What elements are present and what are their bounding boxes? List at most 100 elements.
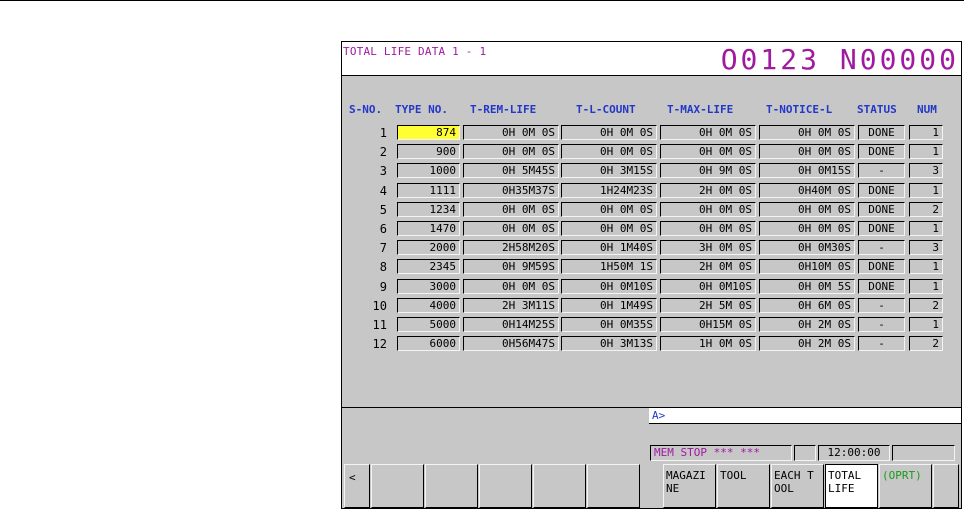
cell-sno: 5 [379,203,387,217]
cell-max-life[interactable]: 0H15M 0S [660,317,756,332]
cell-max-life[interactable]: 0H 0M10S [660,279,756,294]
cell-life-count[interactable]: 1H50M 1S [561,259,657,274]
cell-status[interactable]: DONE [858,183,905,198]
program-number: O0123 N00000 [720,43,959,76]
cell-life-count[interactable]: 0H 3M13S [561,336,657,351]
cell-rem-life[interactable]: 0H 0M 0S [463,221,559,236]
softkey-right-end[interactable] [933,464,959,508]
cell-status[interactable]: - [858,298,905,313]
cell-type[interactable]: 1470 [397,221,460,236]
cell-status[interactable]: DONE [858,202,905,217]
cell-max-life[interactable]: 0H 0M 0S [660,221,756,236]
cell-num[interactable]: 1 [909,183,943,198]
cell-type[interactable]: 4000 [397,298,460,313]
cell-type[interactable]: 874 [397,125,460,140]
cell-notice-life[interactable]: 0H 0M15S [759,163,855,178]
cell-notice-life[interactable]: 0H 0M 0S [759,221,855,236]
cell-rem-life[interactable]: 0H14M25S [463,317,559,332]
softkey-oprt[interactable]: (OPRT) [879,464,932,508]
cell-notice-life[interactable]: 0H10M 0S [759,259,855,274]
key-input-line[interactable]: A> [649,408,961,424]
cell-life-count[interactable]: 0H 1M49S [561,298,657,313]
cell-status[interactable]: DONE [858,144,905,159]
cell-life-count[interactable]: 0H 1M40S [561,240,657,255]
cell-rem-life[interactable]: 0H 0M 0S [463,125,559,140]
cell-notice-life[interactable]: 0H 0M30S [759,240,855,255]
cell-notice-life[interactable]: 0H 2M 0S [759,317,855,332]
cell-type[interactable]: 1111 [397,183,460,198]
cell-max-life[interactable]: 0H 0M 0S [660,125,756,140]
cell-life-count[interactable]: 0H 0M35S [561,317,657,332]
softkey-magazine[interactable]: MAGAZI NE [663,464,716,508]
softkey-blank-2[interactable] [425,464,478,508]
cell-type[interactable]: 6000 [397,336,460,351]
cell-rem-life[interactable]: 0H 0M 0S [463,144,559,159]
softkey-tool[interactable]: TOOL [717,464,770,508]
cell-notice-life[interactable]: 0H 2M 0S [759,336,855,351]
cell-status[interactable]: DONE [858,125,905,140]
cell-max-life[interactable]: 2H 0M 0S [660,259,756,274]
cell-max-life[interactable]: 2H 5M 0S [660,298,756,313]
cell-type[interactable]: 2345 [397,259,460,274]
cell-num[interactable]: 2 [909,336,943,351]
cell-num[interactable]: 1 [909,279,943,294]
cell-notice-life[interactable]: 0H 0M 5S [759,279,855,294]
softkey-blank-3[interactable] [479,464,532,508]
cell-notice-life[interactable]: 0H 0M 0S [759,125,855,140]
cell-rem-life[interactable]: 2H 3M11S [463,298,559,313]
cell-rem-life[interactable]: 0H 0M 0S [463,279,559,294]
cell-status[interactable]: DONE [858,221,905,236]
cell-notice-life[interactable]: 0H 0M 0S [759,144,855,159]
softkey-blank-4[interactable] [533,464,586,508]
cell-num[interactable]: 1 [909,317,943,332]
cell-type[interactable]: 1000 [397,163,460,178]
cell-num[interactable]: 3 [909,240,943,255]
cell-life-count[interactable]: 0H 0M 0S [561,125,657,140]
cell-status[interactable]: - [858,336,905,351]
cell-sno: 7 [379,241,387,255]
cell-type[interactable]: 3000 [397,279,460,294]
cell-num[interactable]: 2 [909,298,943,313]
cell-rem-life[interactable]: 0H56M47S [463,336,559,351]
cell-num[interactable]: 1 [909,259,943,274]
cell-status[interactable]: DONE [858,259,905,274]
cell-rem-life[interactable]: 0H 9M59S [463,259,559,274]
cell-notice-life[interactable]: 0H 6M 0S [759,298,855,313]
cell-type[interactable]: 2000 [397,240,460,255]
cell-type[interactable]: 5000 [397,317,460,332]
cell-rem-life[interactable]: 0H35M37S [463,183,559,198]
cell-notice-life[interactable]: 0H40M 0S [759,183,855,198]
cell-max-life[interactable]: 0H 0M 0S [660,202,756,217]
cell-max-life[interactable]: 0H 9M 0S [660,163,756,178]
cell-life-count[interactable]: 0H 0M 0S [561,144,657,159]
cell-status[interactable]: - [858,240,905,255]
cell-rem-life[interactable]: 0H 0M 0S [463,202,559,217]
cell-num[interactable]: 1 [909,144,943,159]
cell-max-life[interactable]: 3H 0M 0S [660,240,756,255]
cell-life-count[interactable]: 0H 0M 0S [561,202,657,217]
cell-life-count[interactable]: 0H 0M10S [561,279,657,294]
cell-status[interactable]: - [858,163,905,178]
cell-type[interactable]: 900 [397,144,460,159]
cell-life-count[interactable]: 0H 3M15S [561,163,657,178]
cell-rem-life[interactable]: 0H 5M45S [463,163,559,178]
cell-max-life[interactable]: 2H 0M 0S [660,183,756,198]
cell-num[interactable]: 1 [909,221,943,236]
cell-max-life[interactable]: 1H 0M 0S [660,336,756,351]
softkey-blank-1[interactable] [371,464,424,508]
cell-type[interactable]: 1234 [397,202,460,217]
cell-notice-life[interactable]: 0H 0M 0S [759,202,855,217]
cell-life-count[interactable]: 1H24M23S [561,183,657,198]
cell-status[interactable]: - [858,317,905,332]
softkey-left-arrow[interactable]: < [344,464,370,508]
cell-rem-life[interactable]: 2H58M20S [463,240,559,255]
cell-num[interactable]: 2 [909,202,943,217]
cell-num[interactable]: 1 [909,125,943,140]
cell-life-count[interactable]: 0H 0M 0S [561,221,657,236]
cell-status[interactable]: DONE [858,279,905,294]
softkey-each-tool[interactable]: EACH T OOL [771,464,824,508]
cell-num[interactable]: 3 [909,163,943,178]
softkey-total-life[interactable]: TOTAL LIFE [825,464,878,508]
cell-max-life[interactable]: 0H 0M 0S [660,144,756,159]
softkey-blank-5[interactable] [587,464,640,508]
